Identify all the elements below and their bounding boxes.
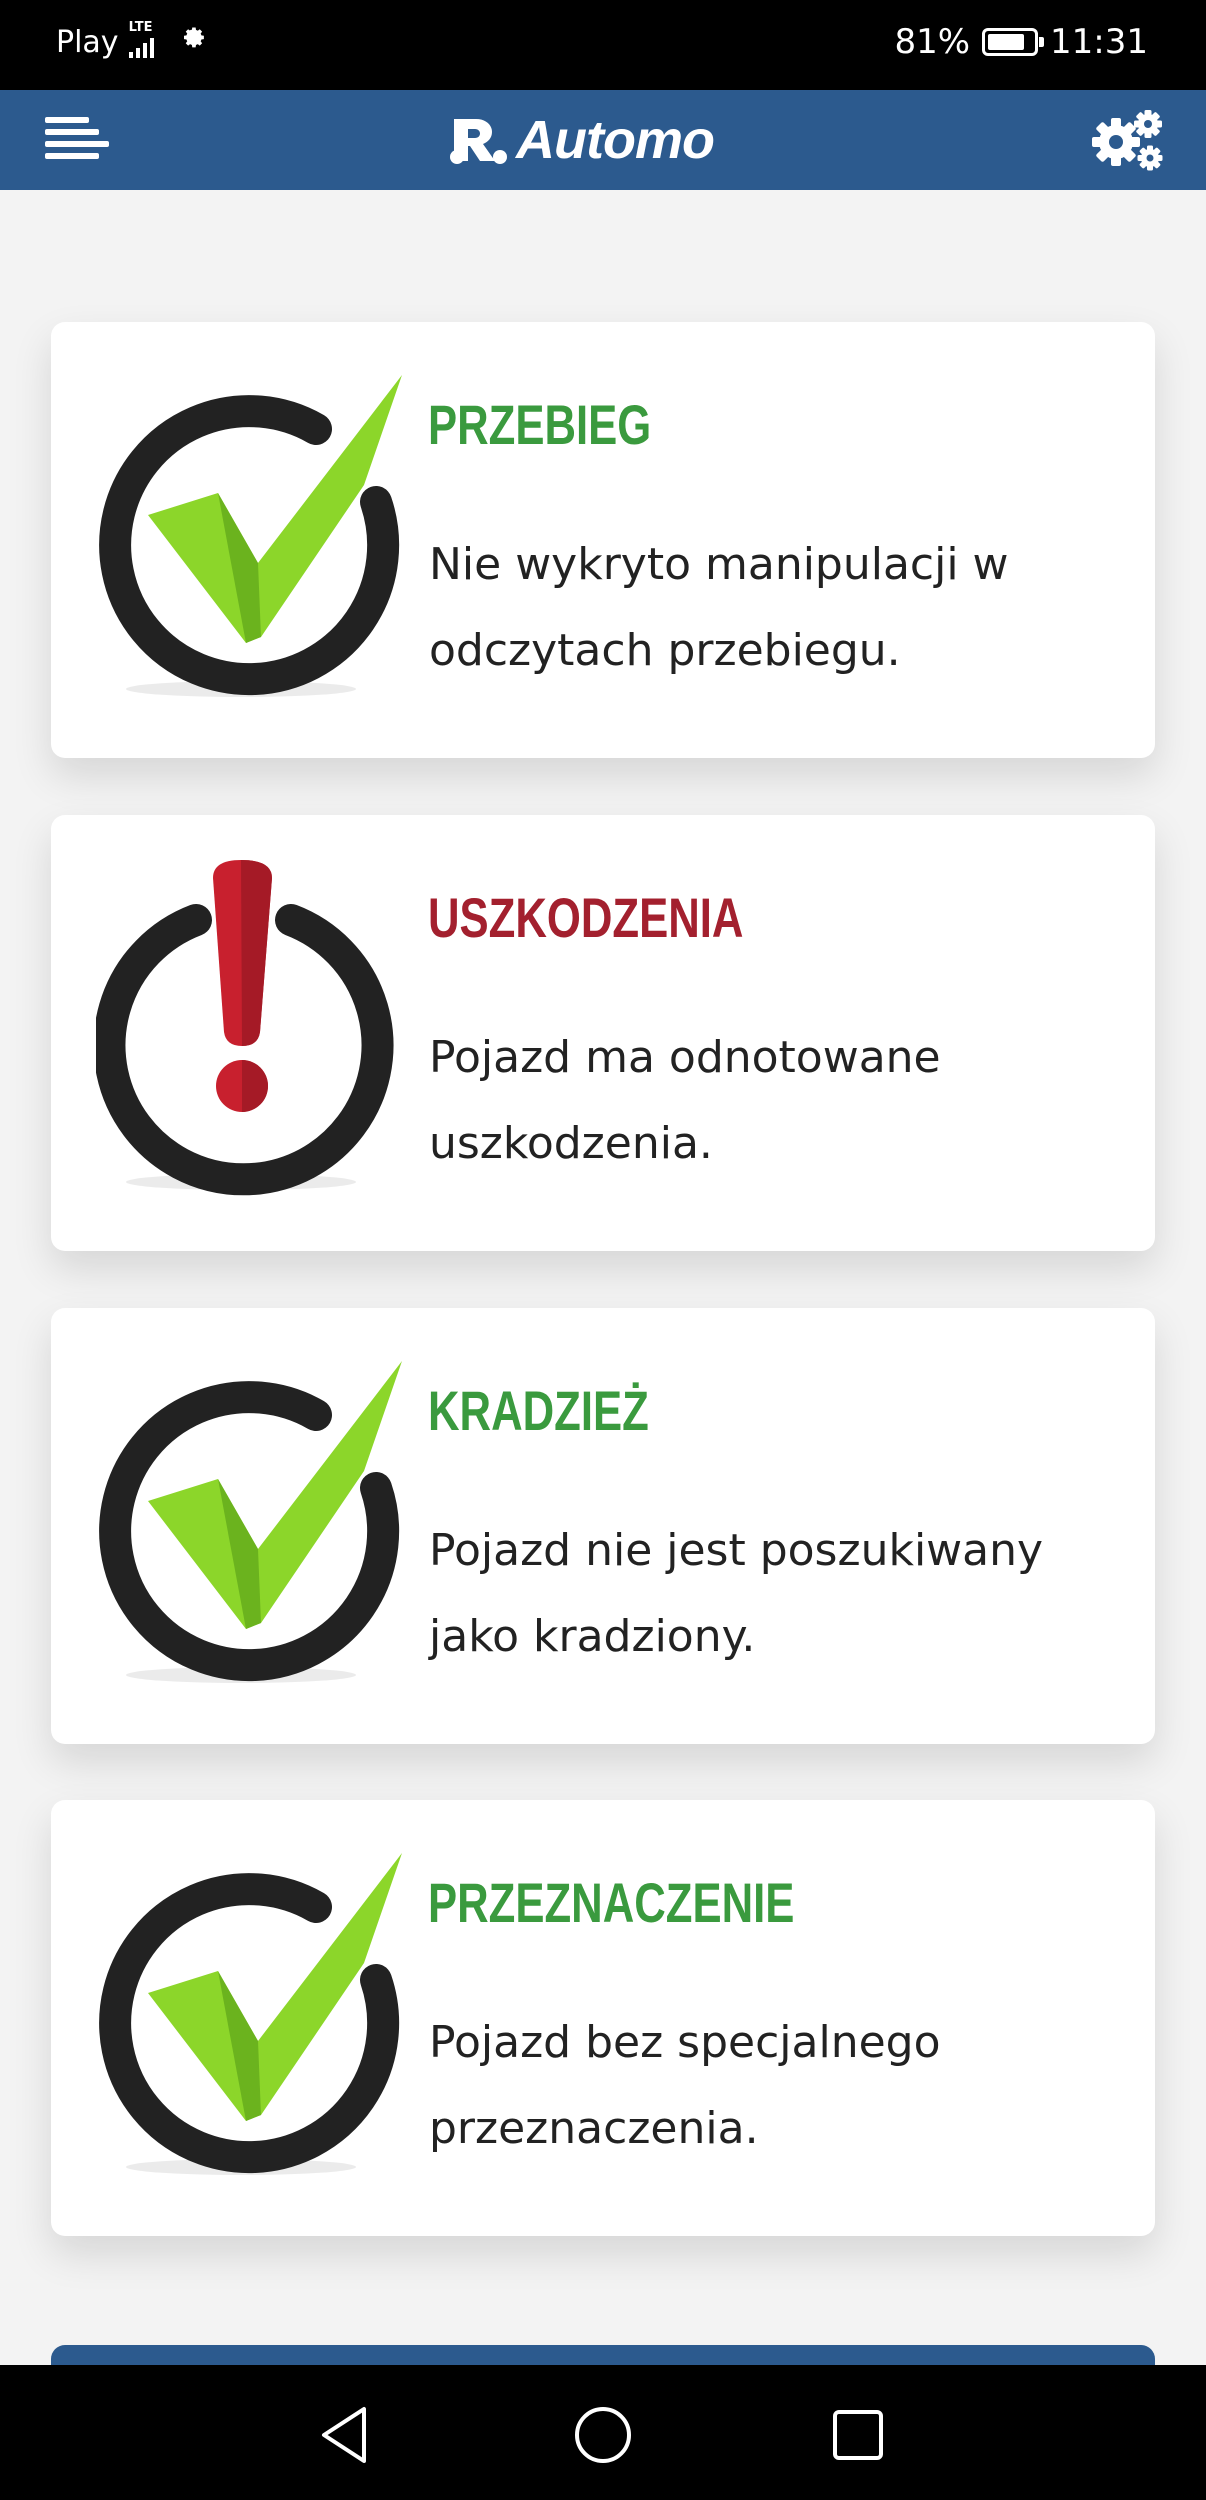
check-icon <box>96 1353 426 1693</box>
clock: 11:31 <box>1050 22 1148 62</box>
navigation-bar <box>0 2365 1206 2500</box>
status-card-kradziez: KRADZIEŻ Pojazd nie jest poszukiwany jak… <box>51 1308 1155 1744</box>
gear-icon <box>179 23 209 61</box>
card-description: Pojazd ma odnotowane uszkodzenia. <box>429 1032 941 1169</box>
check-icon <box>96 367 426 707</box>
network-type: LTE <box>128 20 153 35</box>
content-area: PRZEBIEG Nie wykryto manipulacji w odczy… <box>0 190 1206 2385</box>
status-right: 81% 11:31 <box>894 22 1148 62</box>
status-card-przeznaczenie: PRZEZNACZENIE Pojazd bez specjalnego prz… <box>51 1800 1155 2236</box>
status-bar: Play LTE 81% 11:31 <box>0 0 1206 90</box>
card-description: Nie wykryto manipulacji w odczytach prze… <box>429 539 1009 676</box>
settings-gears-icon[interactable] <box>1090 108 1166 172</box>
battery-percent: 81% <box>894 22 971 62</box>
card-description: Pojazd nie jest poszukiwany jako kradzio… <box>429 1525 1044 1662</box>
home-icon[interactable] <box>563 2395 643 2475</box>
signal-icon: LTE <box>128 20 169 62</box>
logo-text: Automo <box>516 110 715 170</box>
check-icon <box>96 1845 426 2185</box>
status-left: Play LTE <box>56 20 209 62</box>
logo-mark-icon <box>450 119 507 164</box>
back-icon[interactable] <box>306 2395 386 2475</box>
card-title: PRZEBIEG <box>428 393 652 456</box>
card-description: Pojazd bez specjalnego przeznaczenia. <box>429 2017 941 2154</box>
app-logo: Automo <box>446 108 715 172</box>
recents-icon[interactable] <box>818 2395 898 2475</box>
battery-icon <box>982 28 1045 56</box>
exclamation-icon <box>93 860 426 1200</box>
hamburger-icon[interactable] <box>45 115 111 167</box>
status-card-przebieg: PRZEBIEG Nie wykryto manipulacji w odczy… <box>51 322 1155 758</box>
status-card-uszkodzenia: USZKODZENIA Pojazd ma odnotowane uszkodz… <box>51 815 1155 1251</box>
card-title: USZKODZENIA <box>428 886 744 949</box>
card-title: PRZEZNACZENIE <box>428 1871 795 1934</box>
carrier-name: Play <box>56 24 119 60</box>
card-title: KRADZIEŻ <box>428 1379 649 1442</box>
app-header: Automo <box>0 90 1206 190</box>
